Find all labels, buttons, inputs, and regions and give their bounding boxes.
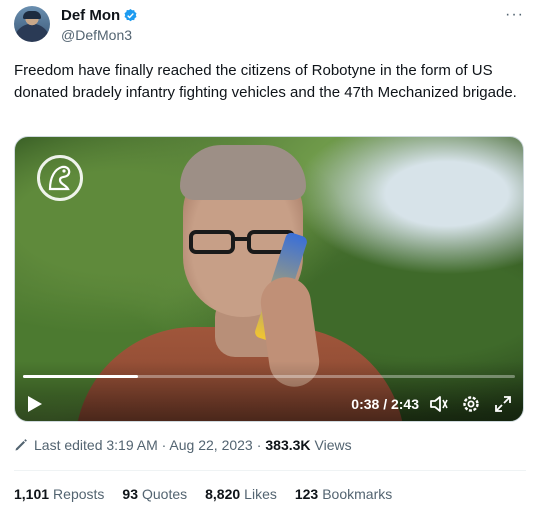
likes-stat[interactable]: 8,820 Likes: [205, 486, 277, 502]
quotes-count: 93: [122, 486, 138, 502]
likes-count: 8,820: [205, 486, 241, 502]
volume-icon[interactable]: [429, 394, 449, 414]
engagement-stats: 1,101 Reposts 93 Quotes 8,820 Likes 123 Book…: [14, 486, 410, 502]
meta-separator: ·: [256, 437, 262, 453]
channel-logo-watermark: [37, 155, 83, 201]
edited-timestamp[interactable]: Last edited 3:19 AM · Aug 22, 2023: [34, 437, 253, 453]
quotes-stat[interactable]: 93 Quotes: [122, 486, 187, 502]
bookmarks-label: Bookmarks: [322, 486, 393, 502]
views-count: 383.3K: [265, 437, 311, 453]
more-options-icon[interactable]: ···: [505, 6, 524, 24]
fullscreen-icon[interactable]: [493, 394, 513, 414]
reposts-count: 1,101: [14, 486, 50, 502]
bookmarks-stat[interactable]: 123 Bookmarks: [295, 486, 392, 502]
video-time: 0:38 / 2:43: [351, 396, 419, 412]
gear-icon[interactable]: [461, 394, 481, 414]
edit-pencil-icon: [15, 439, 27, 451]
author-display-name[interactable]: Def Mon: [61, 7, 120, 24]
views-label: Views: [314, 437, 352, 453]
reposts-label: Reposts: [53, 486, 105, 502]
verified-badge-icon: [124, 8, 137, 22]
reposts-stat[interactable]: 1,101 Reposts: [14, 486, 104, 502]
video-progress-bar[interactable]: [23, 375, 515, 378]
avatar[interactable]: [14, 6, 50, 42]
video-progress-fill: [23, 375, 139, 378]
tweet-meta: Last edited 3:19 AM · Aug 22, 2023 · 383…: [14, 437, 352, 453]
tweet-header: Def Mon @DefMon3 ···: [14, 6, 526, 46]
author-name-row[interactable]: Def Mon: [61, 7, 138, 24]
divider: [14, 470, 526, 471]
quotes-label: Quotes: [141, 486, 188, 502]
play-icon[interactable]: [27, 395, 43, 413]
author-handle[interactable]: @DefMon3: [61, 27, 132, 43]
video-player[interactable]: 0:38 / 2:43: [14, 136, 524, 422]
tweet-text: Freedom have finally reached the citizen…: [14, 62, 517, 101]
likes-label: Likes: [244, 486, 277, 502]
bookmarks-count: 123: [294, 486, 319, 502]
